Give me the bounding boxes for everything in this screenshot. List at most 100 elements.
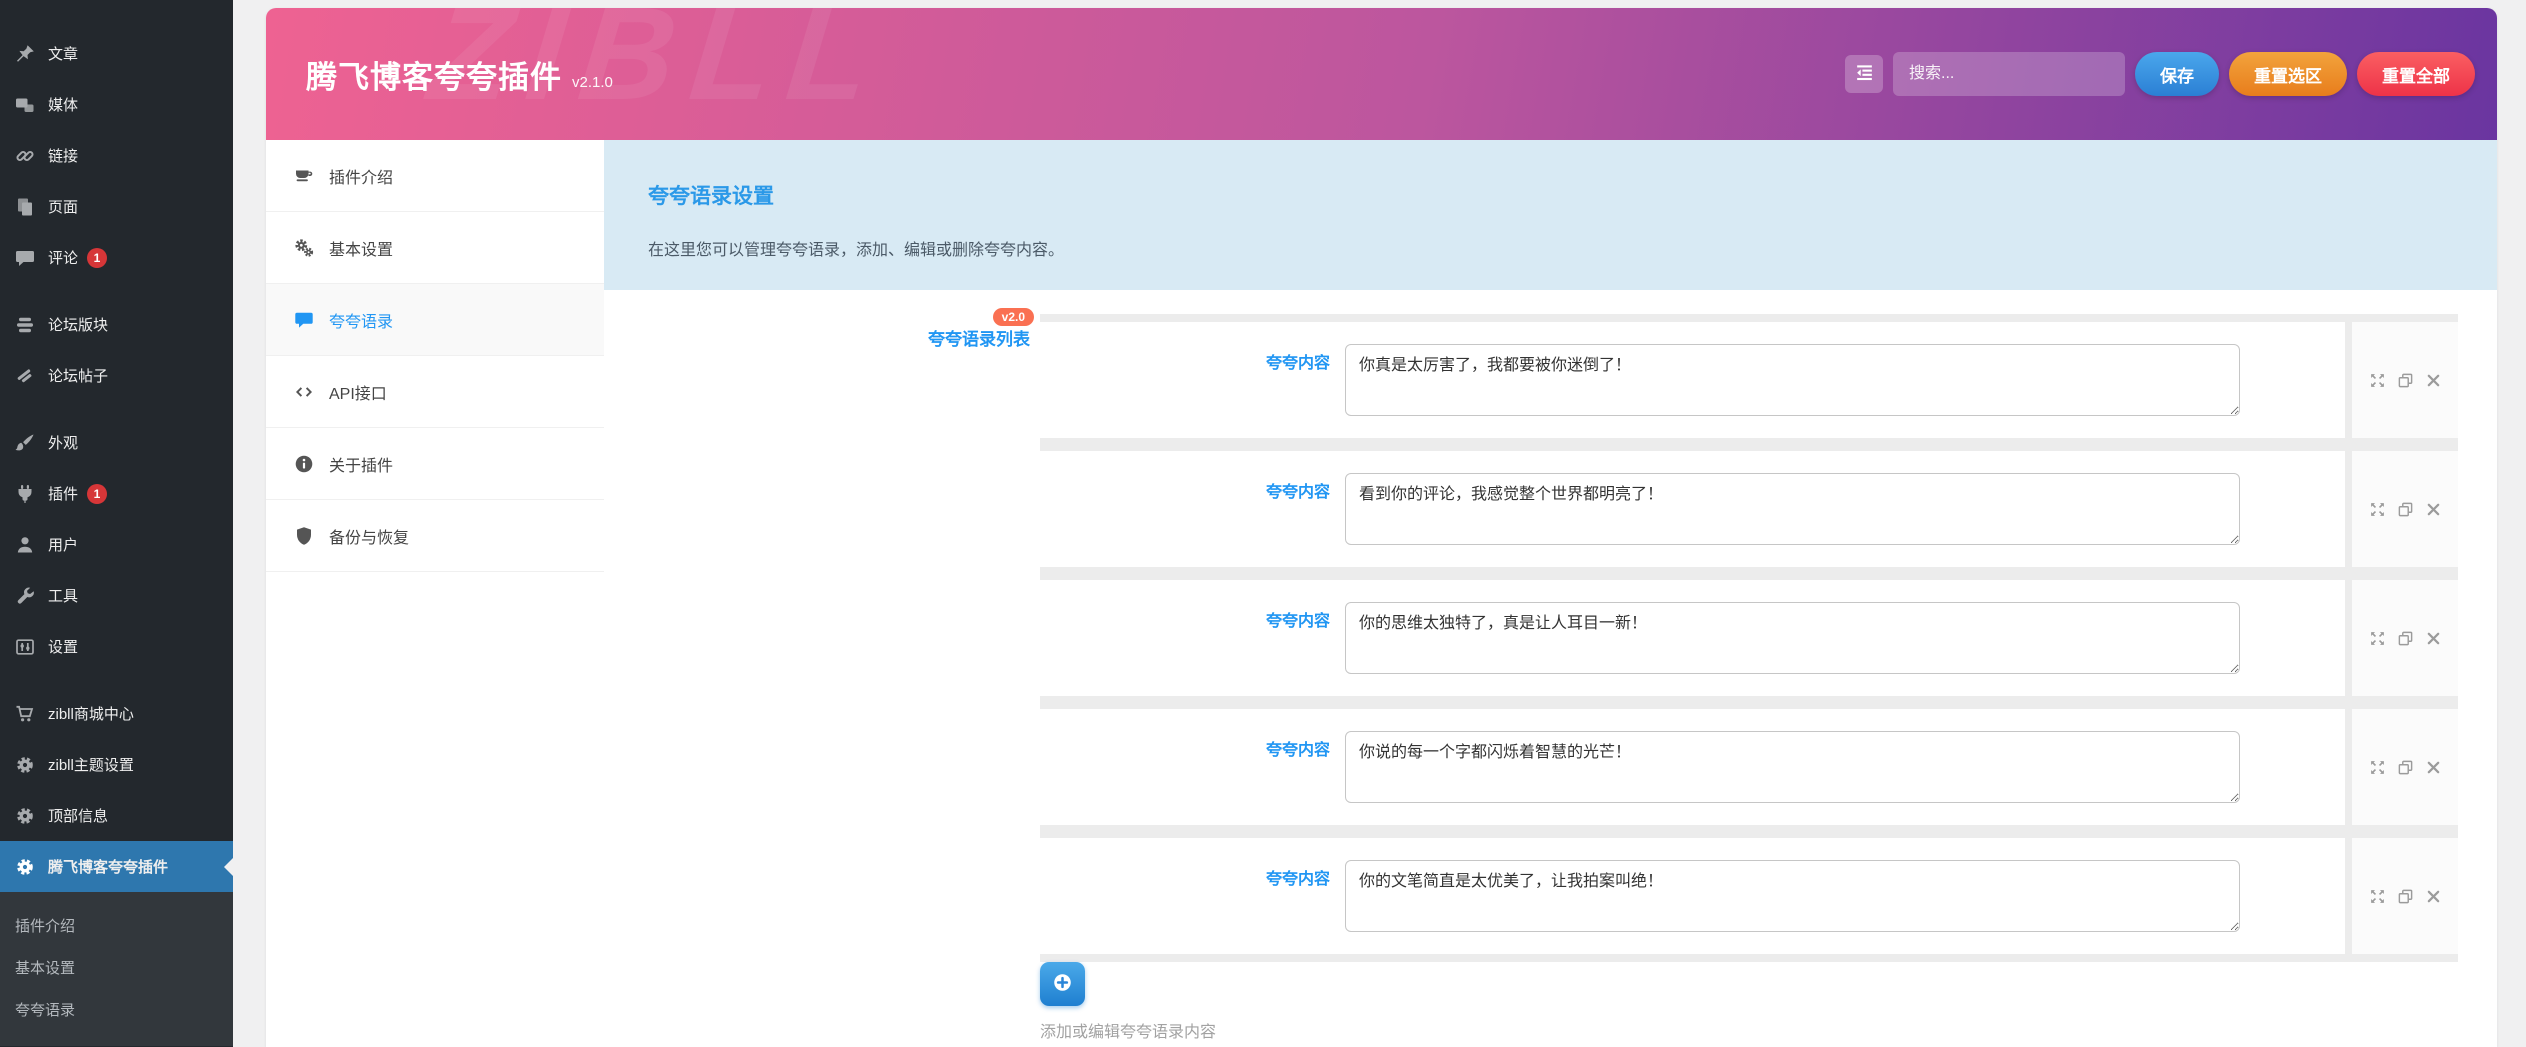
- duplicate-icon[interactable]: [2397, 630, 2414, 647]
- quotes-content: v2.0 夸夸语录列表 夸夸内容 你真是太厉害了，我都要被你迷倒了！ 夸夸内容 …: [604, 290, 2497, 1047]
- quote-textarea[interactable]: 你真是太厉害了，我都要被你迷倒了！: [1345, 344, 2240, 416]
- plugin-icon: [15, 484, 35, 504]
- quote-textarea[interactable]: 你说的每一个字都闪烁着智慧的光芒！: [1345, 731, 2240, 803]
- quote-row-main: 夸夸内容 你的文笔简直是太优美了，让我拍案叫绝！: [1040, 838, 2345, 954]
- sidebar-item-top-info[interactable]: 顶部信息: [0, 790, 233, 841]
- link-icon: [15, 146, 35, 166]
- submenu-item-basic-settings[interactable]: 基本设置: [0, 946, 233, 988]
- quote-textarea[interactable]: 你的文笔简直是太优美了，让我拍案叫绝！: [1345, 860, 2240, 932]
- quote-row: 夸夸内容 你的文笔简直是太优美了，让我拍案叫绝！: [1040, 838, 2458, 954]
- forum-posts-icon: [15, 366, 35, 386]
- settings-tabs: 插件介绍 基本设置 夸夸语录 API接口 关于插件 备份与恢复: [266, 140, 604, 1047]
- sidebar-item-tengfei-plugin[interactable]: 腾飞博客夸夸插件: [0, 841, 233, 892]
- quote-row-actions: [2352, 451, 2458, 567]
- cogs-icon: [294, 238, 314, 258]
- comments-icon: [15, 248, 35, 268]
- duplicate-icon[interactable]: [2397, 501, 2414, 518]
- plus-circle-icon: [1051, 971, 1074, 997]
- fullscreen-icon[interactable]: [2369, 501, 2386, 518]
- tools-icon: [15, 586, 35, 606]
- fullscreen-icon[interactable]: [2369, 630, 2386, 647]
- quote-label: 夸夸内容: [1265, 871, 1330, 888]
- quote-row-main: 夸夸内容 你说的每一个字都闪烁着智慧的光芒！: [1040, 709, 2345, 825]
- section-banner: 夸夸语录设置 在这里您可以管理夸夸语录，添加、编辑或删除夸夸内容。: [604, 140, 2497, 290]
- quote-row: 夸夸内容 你真是太厉害了，我都要被你迷倒了！: [1040, 322, 2458, 438]
- sidebar-item-zibll-store[interactable]: zibll商城中心: [0, 688, 233, 739]
- sidebar-item-forum-sections[interactable]: 论坛版块: [0, 299, 233, 350]
- save-button[interactable]: 保存: [2135, 52, 2219, 96]
- add-hint: 添加或编辑夸夸语录内容: [1040, 1024, 1217, 1041]
- shield-icon: [294, 526, 314, 546]
- appearance-icon: [15, 433, 35, 453]
- section-title: 夸夸语录设置: [648, 185, 774, 208]
- tab-plugin-intro[interactable]: 插件介绍: [266, 140, 604, 212]
- tab-quotes[interactable]: 夸夸语录: [266, 284, 604, 356]
- info-icon: [294, 454, 314, 474]
- pages-icon: [15, 197, 35, 217]
- sidebar-item-media[interactable]: 媒体: [0, 79, 233, 130]
- sidebar-item-plugins[interactable]: 插件 1: [0, 468, 233, 519]
- active-arrow-icon: [224, 857, 233, 876]
- list-label-wrap: v2.0 夸夸语录列表: [604, 308, 1034, 350]
- duplicate-icon[interactable]: [2397, 372, 2414, 389]
- tab-about-plugin[interactable]: 关于插件: [266, 428, 604, 500]
- quote-row: 夸夸内容 你的思维太独特了，真是让人耳目一新！: [1040, 580, 2458, 696]
- fullscreen-icon[interactable]: [2369, 888, 2386, 905]
- quote-label: 夸夸内容: [1265, 484, 1330, 501]
- sidebar-item-posts[interactable]: 文章: [0, 28, 233, 79]
- quote-row-actions: [2352, 838, 2458, 954]
- section-description: 在这里您可以管理夸夸语录，添加、编辑或删除夸夸内容。: [648, 242, 1065, 259]
- submenu-item-quotes[interactable]: 夸夸语录: [0, 988, 233, 1030]
- sidebar-menu: 文章 媒体 链接 页面 评论 1 论坛版块 论坛帖子 外观 插件 1 用户 工具…: [0, 0, 233, 892]
- collapse-list-button[interactable]: [1845, 55, 1883, 93]
- title-wrap: 腾飞博客夸夸插件 v2.1.0: [306, 8, 613, 140]
- sliders-icon: [15, 637, 35, 657]
- remove-icon[interactable]: [2425, 888, 2442, 905]
- quote-row-actions: [2352, 322, 2458, 438]
- tab-backup-restore[interactable]: 备份与恢复: [266, 500, 604, 572]
- duplicate-icon[interactable]: [2397, 888, 2414, 905]
- sidebar-item-tools[interactable]: 工具: [0, 570, 233, 621]
- sidebar-item-appearance[interactable]: 外观: [0, 417, 233, 468]
- search-input[interactable]: [1893, 52, 2125, 96]
- sidebar-item-comments[interactable]: 评论 1: [0, 232, 233, 283]
- submenu-item-plugin-intro[interactable]: 插件介绍: [0, 904, 233, 946]
- quote-row-main: 夸夸内容 看到你的评论，我感觉整个世界都明亮了！: [1040, 451, 2345, 567]
- coffee-icon: [294, 166, 314, 186]
- quote-textarea[interactable]: 看到你的评论，我感觉整个世界都明亮了！: [1345, 473, 2240, 545]
- header-controls: 保存 重置选区 重置全部: [1845, 8, 2475, 140]
- tab-basic-settings[interactable]: 基本设置: [266, 212, 604, 284]
- fullscreen-icon[interactable]: [2369, 759, 2386, 776]
- remove-icon[interactable]: [2425, 372, 2442, 389]
- sidebar-item-settings[interactable]: 设置: [0, 621, 233, 672]
- quote-label: 夸夸内容: [1265, 613, 1330, 630]
- duplicate-icon[interactable]: [2397, 759, 2414, 776]
- users-icon: [15, 535, 35, 555]
- sidebar-item-forum-posts[interactable]: 论坛帖子: [0, 350, 233, 401]
- pin-icon: [15, 44, 35, 64]
- sidebar-item-pages[interactable]: 页面: [0, 181, 233, 232]
- remove-icon[interactable]: [2425, 501, 2442, 518]
- comment-icon: [294, 310, 314, 330]
- remove-icon[interactable]: [2425, 759, 2442, 776]
- quote-row: 夸夸内容 看到你的评论，我感觉整个世界都明亮了！: [1040, 451, 2458, 567]
- plugin-header: ZIBLL 腾飞博客夸夸插件 v2.1.0 保存 重置选区 重置全部: [266, 8, 2497, 140]
- tab-api[interactable]: API接口: [266, 356, 604, 428]
- cart-icon: [15, 704, 35, 724]
- quote-textarea[interactable]: 你的思维太独特了，真是让人耳目一新！: [1345, 602, 2240, 674]
- media-icon: [15, 95, 35, 115]
- list-version-badge: v2.0: [992, 308, 1034, 326]
- add-quote-button[interactable]: [1040, 962, 1085, 1006]
- quote-row: 夸夸内容 你说的每一个字都闪烁着智慧的光芒！: [1040, 709, 2458, 825]
- fullscreen-icon[interactable]: [2369, 372, 2386, 389]
- sidebar-item-users[interactable]: 用户: [0, 519, 233, 570]
- reset-all-button[interactable]: 重置全部: [2357, 52, 2475, 96]
- sidebar-item-zibll-theme[interactable]: zibll主题设置: [0, 739, 233, 790]
- count-badge: 1: [87, 483, 108, 504]
- quote-row-actions: [2352, 709, 2458, 825]
- gear-icon: [15, 806, 35, 826]
- reset-selection-button[interactable]: 重置选区: [2229, 52, 2347, 96]
- quote-row-main: 夸夸内容 你的思维太独特了，真是让人耳目一新！: [1040, 580, 2345, 696]
- sidebar-item-links[interactable]: 链接: [0, 130, 233, 181]
- remove-icon[interactable]: [2425, 630, 2442, 647]
